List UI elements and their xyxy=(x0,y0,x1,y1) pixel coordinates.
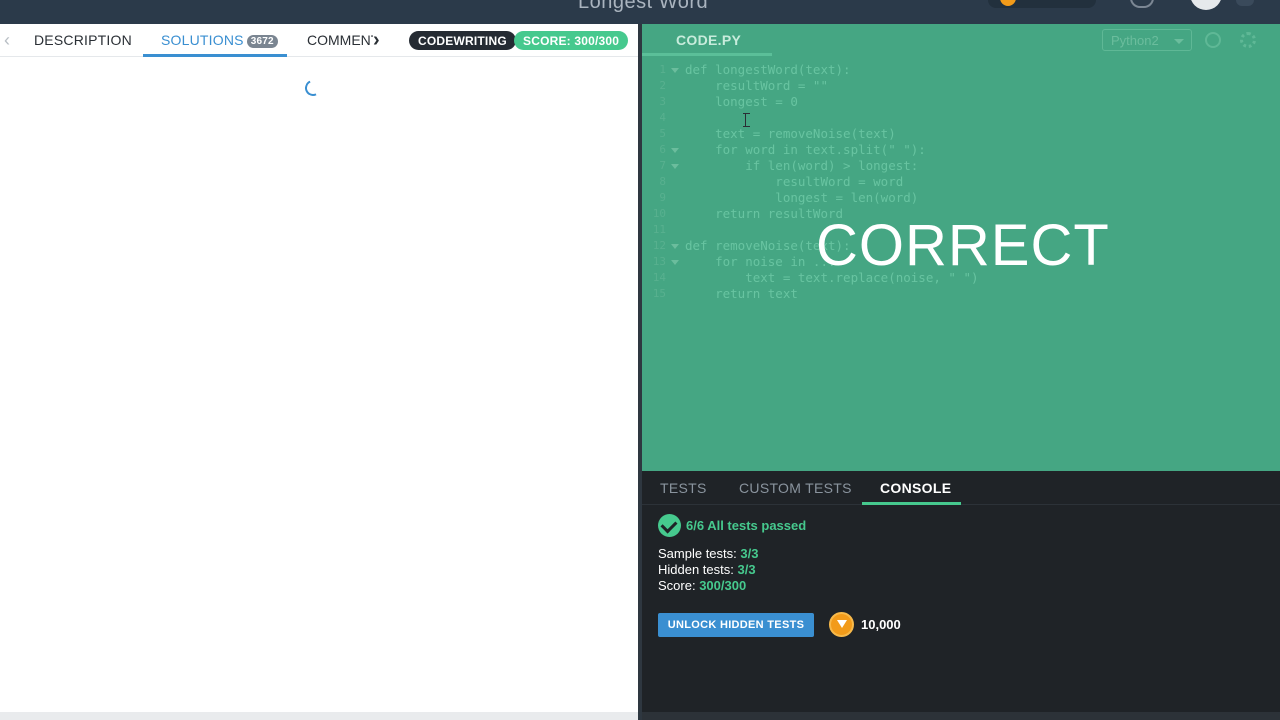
coin-icon xyxy=(1000,0,1016,6)
editor-tabs-bar: CODE.PY Python2 xyxy=(642,24,1280,56)
code-text: longest = 0 xyxy=(685,94,798,109)
code-text: resultWord = "" xyxy=(685,78,828,93)
code-line[interactable]: 3 longest = 0 xyxy=(642,94,1280,110)
code-line[interactable]: 7 if len(word) > longest: xyxy=(642,158,1280,174)
coin-amount: 10,000 xyxy=(861,617,901,632)
left-panel: ‹ DESCRIPTION SOLUTIONS3672 COMMENTS › C… xyxy=(0,24,638,720)
line-number: 12 xyxy=(652,239,666,252)
code-line[interactable]: 1 def longestWord(text): xyxy=(642,62,1280,78)
line-number: 5 xyxy=(659,127,666,140)
result-overlay: CORRECT xyxy=(816,213,1110,278)
active-tab-indicator xyxy=(862,502,961,505)
user-avatar[interactable] xyxy=(1190,0,1222,10)
fold-arrow-icon[interactable] xyxy=(671,244,679,249)
line-number: 3 xyxy=(659,95,666,108)
fold-arrow-icon[interactable] xyxy=(671,68,679,73)
score-value: 300/300 xyxy=(699,578,747,593)
top-bar: Longest Word xyxy=(0,0,1280,24)
tab-tests[interactable]: TESTS xyxy=(660,480,707,496)
horizontal-scrollbar[interactable] xyxy=(0,712,638,720)
hidden-tests-stat: Hidden tests: 3/3 xyxy=(658,562,756,577)
sample-tests-stat: Sample tests: 3/3 xyxy=(658,546,758,561)
score-label: Score: xyxy=(658,578,696,593)
check-circle-icon xyxy=(658,514,681,537)
tab-solutions[interactable]: SOLUTIONS 3672 xyxy=(161,32,278,48)
coin-balance-pill[interactable] xyxy=(988,0,1096,8)
solutions-count-badge: 3672 xyxy=(246,35,278,48)
code-text: def longestWord(text): xyxy=(685,62,851,77)
language-value: Python2 xyxy=(1111,33,1159,48)
line-number: 2 xyxy=(659,79,666,92)
left-tabs-bar: ‹ DESCRIPTION SOLUTIONS3672 COMMENTS › C… xyxy=(0,24,638,57)
hidden-tests-value: 3/3 xyxy=(737,562,756,577)
challenge-title: Longest Word xyxy=(578,0,709,13)
fold-arrow-icon[interactable] xyxy=(671,164,679,169)
text-cursor-icon xyxy=(743,113,750,127)
console-tabs-bar: TESTS CUSTOM TESTS CONSOLE xyxy=(642,471,1280,505)
tests-summary-text: 6/6 All tests passed xyxy=(686,518,807,533)
unlock-hidden-tests-button[interactable]: UNLOCK HIDDEN TESTS xyxy=(658,613,814,637)
hidden-tests-label: Hidden tests: xyxy=(658,562,734,577)
line-number: 7 xyxy=(659,159,666,172)
chevron-down-icon xyxy=(1174,39,1184,44)
language-select[interactable]: Python2 xyxy=(1102,29,1192,51)
loading-spinner-icon xyxy=(302,77,324,99)
tab-description[interactable]: DESCRIPTION xyxy=(34,32,132,48)
line-number: 8 xyxy=(659,175,666,188)
score-stat: Score: 300/300 xyxy=(658,578,746,593)
code-text: longest = len(word) xyxy=(685,190,919,205)
chevron-left-icon[interactable]: ‹ xyxy=(4,31,10,49)
fold-arrow-icon[interactable] xyxy=(671,260,679,265)
code-line[interactable]: 4 xyxy=(642,110,1280,126)
code-line[interactable]: 2 resultWord = "" xyxy=(642,78,1280,94)
code-text: if len(word) > longest: xyxy=(685,158,919,173)
menu-icon[interactable] xyxy=(1236,0,1254,6)
tab-solutions-label: SOLUTIONS xyxy=(161,32,244,48)
notification-bell-icon[interactable] xyxy=(1130,0,1154,8)
line-number: 1 xyxy=(659,63,666,76)
code-text: text = removeNoise(text) xyxy=(685,126,896,141)
line-number: 15 xyxy=(652,287,666,300)
code-text: resultWord = word xyxy=(685,174,904,189)
line-number: 6 xyxy=(659,143,666,156)
code-line[interactable]: 6 for word in text.split(" "): xyxy=(642,142,1280,158)
coin-icon xyxy=(829,612,854,637)
active-tab-indicator xyxy=(642,53,772,56)
code-line[interactable]: 15 return text xyxy=(642,286,1280,302)
code-line[interactable]: 9 longest = len(word) xyxy=(642,190,1280,206)
tab-comments[interactable]: COMMENTS xyxy=(307,32,373,48)
tab-console[interactable]: CONSOLE xyxy=(880,480,951,496)
gear-icon[interactable] xyxy=(1240,32,1256,48)
code-line[interactable]: 8 resultWord = word xyxy=(642,174,1280,190)
horizontal-scrollbar[interactable] xyxy=(642,712,1280,720)
chevron-right-icon[interactable]: › xyxy=(373,30,380,50)
line-number: 13 xyxy=(652,255,666,268)
console-panel: TESTS CUSTOM TESTS CONSOLE 6/6 All tests… xyxy=(642,471,1280,720)
code-text: for word in text.split(" "): xyxy=(685,142,926,157)
tab-custom-tests[interactable]: CUSTOM TESTS xyxy=(739,480,852,496)
code-text: return text xyxy=(685,286,798,301)
tab-code-file[interactable]: CODE.PY xyxy=(676,32,741,48)
line-number: 10 xyxy=(652,207,666,220)
sample-tests-label: Sample tests: xyxy=(658,546,737,561)
code-line[interactable]: 5 text = removeNoise(text) xyxy=(642,126,1280,142)
sample-tests-value: 3/3 xyxy=(740,546,759,561)
line-number: 14 xyxy=(652,271,666,284)
line-number: 4 xyxy=(659,111,666,124)
active-tab-indicator xyxy=(143,54,287,57)
line-number: 11 xyxy=(652,223,666,236)
line-number: 9 xyxy=(659,191,666,204)
fold-arrow-icon[interactable] xyxy=(671,148,679,153)
code-text: for noise in ... xyxy=(685,254,836,269)
score-badge: SCORE: 300/300 xyxy=(514,31,629,50)
mode-badge: CODEWRITING xyxy=(409,31,516,50)
history-icon[interactable] xyxy=(1205,32,1221,48)
